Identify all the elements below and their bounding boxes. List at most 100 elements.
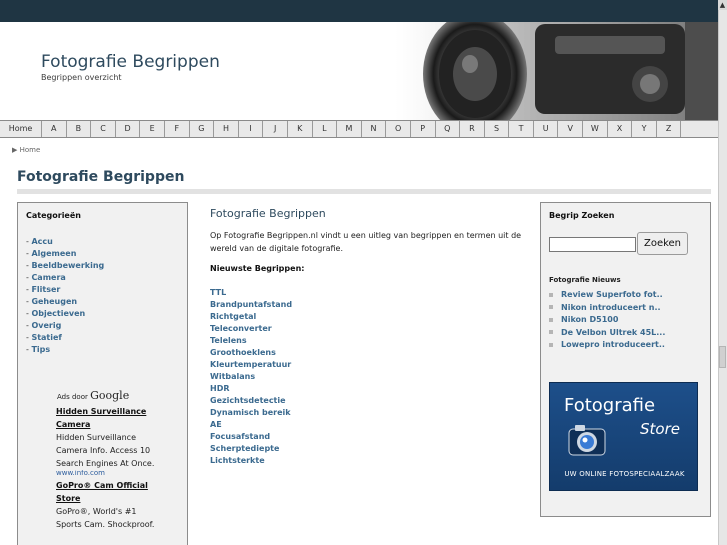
nav-letter-d[interactable]: D [116, 121, 141, 137]
term-link[interactable]: Telelens [210, 336, 247, 345]
ad-title-1[interactable]: Hidden Surveillance Camera [56, 405, 156, 431]
list-item: Telelens [210, 335, 525, 347]
scroll-thumb[interactable] [719, 346, 726, 368]
list-item: - Objectieven [26, 309, 86, 318]
list-item: TTL [210, 287, 525, 299]
content-intro: Op Fotografie Begrippen.nl vindt u een u… [210, 231, 522, 253]
nav-letter-l[interactable]: L [313, 121, 338, 137]
search-button[interactable]: Zoeken [637, 232, 688, 255]
list-item: - Flitser [26, 285, 61, 294]
nav-home[interactable]: Home [0, 121, 42, 137]
term-link[interactable]: Witbalans [210, 372, 255, 381]
category-link-geheugen[interactable]: Geheugen [31, 297, 77, 306]
vertical-scrollbar[interactable]: ▲ [718, 0, 727, 545]
nav-letter-f[interactable]: F [165, 121, 190, 137]
category-link-objectieven[interactable]: Objectieven [31, 309, 85, 318]
nav-letter-b[interactable]: B [67, 121, 92, 137]
term-link[interactable]: Scherptediepte [210, 444, 279, 453]
nav-letter-i[interactable]: I [239, 121, 264, 137]
nav-letter-k[interactable]: K [288, 121, 313, 137]
term-link[interactable]: Brandpuntafstand [210, 300, 292, 309]
news-heading: Fotografie Nieuws [549, 276, 621, 284]
bullet-icon [549, 292, 553, 297]
breadcrumb-home-link[interactable]: Home [20, 146, 41, 154]
page-title: Fotografie Begrippen [17, 169, 185, 185]
term-link[interactable]: HDR [210, 384, 230, 393]
news-list: Review Superfoto fot.. Nikon introduceer… [549, 289, 665, 352]
newest-terms-list: TTL Brandpuntafstand Richtgetal Teleconv… [210, 287, 525, 467]
search-input[interactable] [549, 237, 636, 252]
list-item: - Algemeen [26, 249, 77, 258]
nav-letter-n[interactable]: N [362, 121, 387, 137]
term-link[interactable]: Lichtsterkte [210, 456, 265, 465]
list-item: - Camera [26, 273, 66, 282]
site-title[interactable]: Fotografie Begrippen [41, 52, 220, 72]
news-link[interactable]: Lowepro introduceert.. [561, 340, 665, 349]
right-sidebar: Begrip Zoeken Zoeken Fotografie Nieuws R… [540, 202, 711, 517]
category-link-statief[interactable]: Statief [31, 333, 61, 342]
list-item: - Geheugen [26, 297, 78, 306]
nav-letter-s[interactable]: S [485, 121, 510, 137]
term-link[interactable]: Kleurtemperatuur [210, 360, 291, 369]
categories-heading: Categorieën [26, 211, 81, 220]
nav-letter-w[interactable]: W [583, 121, 608, 137]
ads-by-label: Ads door [57, 393, 88, 401]
nav-letter-o[interactable]: O [386, 121, 411, 137]
camera-icon [568, 425, 606, 456]
category-link-accu[interactable]: Accu [31, 237, 52, 246]
fotografie-store-banner[interactable]: Fotografie Store UW ONLINE FOTOSPECIAALZ… [549, 382, 698, 491]
category-link-beeldbewerking[interactable]: Beeldbewerking [31, 261, 104, 270]
nav-letter-u[interactable]: U [534, 121, 559, 137]
term-link[interactable]: Gezichtsdetectie [210, 396, 286, 405]
category-link-tips[interactable]: Tips [31, 345, 50, 354]
category-link-camera[interactable]: Camera [31, 273, 65, 282]
bullet-icon [549, 317, 553, 322]
breadcrumb-arrow-icon: ▶ [12, 146, 18, 154]
term-link[interactable]: Teleconverter [210, 324, 272, 333]
nav-letter-z[interactable]: Z [657, 121, 682, 137]
nav-letter-r[interactable]: R [460, 121, 485, 137]
list-item: Dynamisch bereik [210, 407, 525, 419]
news-link[interactable]: Review Superfoto fot.. [561, 290, 663, 299]
nav-letter-p[interactable]: P [411, 121, 436, 137]
list-item: Brandpuntafstand [210, 299, 525, 311]
title-divider [17, 189, 711, 194]
nav-letter-v[interactable]: V [558, 121, 584, 137]
category-link-overig[interactable]: Overig [31, 321, 61, 330]
scroll-up-arrow-icon[interactable]: ▲ [718, 0, 727, 10]
nav-letter-e[interactable]: E [140, 121, 165, 137]
term-link[interactable]: Richtgetal [210, 312, 256, 321]
nav-letter-c[interactable]: C [91, 121, 116, 137]
category-link-flitser[interactable]: Flitser [31, 285, 60, 294]
term-link[interactable]: TTL [210, 288, 226, 297]
nav-letter-y[interactable]: Y [632, 121, 657, 137]
news-link[interactable]: Nikon introduceert n.. [561, 303, 661, 312]
category-link-algemeen[interactable]: Algemeen [31, 249, 76, 258]
nav-letter-j[interactable]: J [263, 121, 288, 137]
nav-letter-a[interactable]: A [42, 121, 67, 137]
news-link[interactable]: Nikon D5100 [561, 315, 618, 324]
nav-letter-t[interactable]: T [509, 121, 534, 137]
nav-letter-x[interactable]: X [608, 121, 633, 137]
term-link[interactable]: Groothoeklens [210, 348, 276, 357]
list-item: Witbalans [210, 371, 525, 383]
google-logo: Google [90, 389, 130, 402]
ads-by-google[interactable]: Ads door Google [57, 389, 156, 402]
nav-letter-m[interactable]: M [337, 121, 362, 137]
list-item: HDR [210, 383, 525, 395]
news-link[interactable]: De Velbon Ultrek 45L... [561, 328, 665, 337]
nav-letter-h[interactable]: H [214, 121, 239, 137]
alphabet-nav: Home A B C D E F G H I J K L M N O P Q R… [0, 120, 718, 138]
newest-terms-heading: Nieuwste Begrippen: [210, 264, 305, 273]
ad-title-2[interactable]: GoPro® Cam Official Store [56, 479, 156, 505]
term-link[interactable]: AE [210, 420, 222, 429]
ad-text-2: GoPro®, World's #1 Sports Cam. Shockproo… [56, 507, 155, 529]
nav-letter-g[interactable]: G [190, 121, 215, 137]
list-item: Focusafstand [210, 431, 525, 443]
list-item: - Beeldbewerking [26, 261, 105, 270]
ad-text-1: Hidden Surveillance Camera Info. Access … [56, 433, 155, 468]
nav-letter-q[interactable]: Q [436, 121, 461, 137]
ad-url-1[interactable]: www.info.com [56, 470, 156, 476]
term-link[interactable]: Dynamisch bereik [210, 408, 291, 417]
term-link[interactable]: Focusafstand [210, 432, 270, 441]
